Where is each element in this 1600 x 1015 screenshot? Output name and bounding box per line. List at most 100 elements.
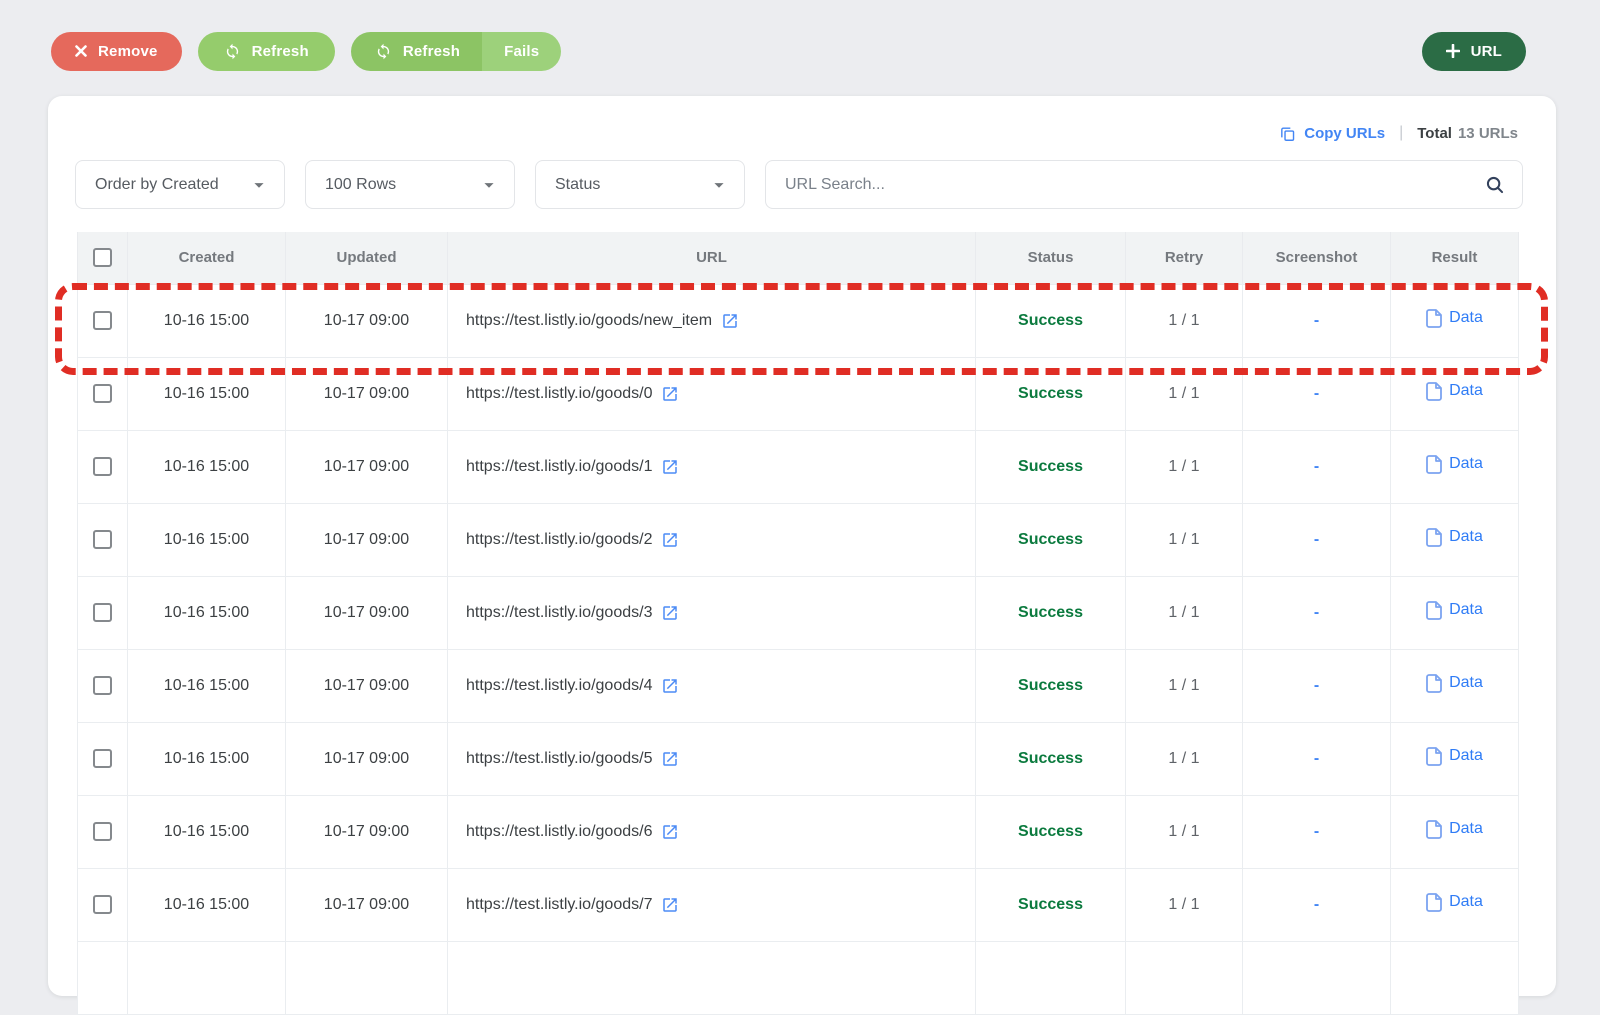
url-table-wrap: Created Updated URL Status Retry Screens… xyxy=(77,232,1519,1015)
file-icon xyxy=(1426,746,1442,766)
row-retry: 1 / 1 xyxy=(1168,895,1200,913)
external-link-icon[interactable] xyxy=(661,750,679,768)
result-data-label: Data xyxy=(1449,893,1483,910)
row-checkbox[interactable] xyxy=(93,384,112,403)
row-screenshot[interactable]: - xyxy=(1314,677,1319,694)
column-header-updated: Updated xyxy=(285,232,448,285)
row-updated: 10-17 09:00 xyxy=(285,356,448,431)
row-checkbox[interactable] xyxy=(93,530,112,549)
row-checkbox[interactable] xyxy=(93,749,112,768)
external-link-icon[interactable] xyxy=(661,385,679,403)
result-data-link[interactable]: Data xyxy=(1426,892,1483,912)
result-data-link[interactable]: Data xyxy=(1426,600,1483,620)
result-data-link[interactable]: Data xyxy=(1426,673,1483,693)
result-data-link[interactable]: Data xyxy=(1426,527,1483,547)
row-screenshot[interactable]: - xyxy=(1314,896,1319,913)
external-link-icon[interactable] xyxy=(721,312,739,330)
refresh-fails-fails-segment[interactable]: Fails xyxy=(482,31,562,71)
result-data-label: Data xyxy=(1449,382,1483,399)
external-link-icon[interactable] xyxy=(661,677,679,695)
row-updated: 10-17 09:00 xyxy=(285,283,448,358)
external-link-icon[interactable] xyxy=(661,458,679,476)
copy-urls-button[interactable]: Copy URLs xyxy=(1279,125,1385,142)
chevron-down-icon xyxy=(248,174,270,196)
result-data-label: Data xyxy=(1449,601,1483,618)
summary-bar: Copy URLs | Total 13 URLs xyxy=(1279,122,1518,144)
file-icon xyxy=(1426,819,1442,839)
url-search-input[interactable] xyxy=(785,175,1484,194)
row-created: 10-16 15:00 xyxy=(127,429,286,504)
row-created: 10-16 15:00 xyxy=(127,721,286,796)
row-checkbox-cell xyxy=(77,867,128,942)
row-updated: 10-17 09:00 xyxy=(285,429,448,504)
column-header-result: Result xyxy=(1390,232,1519,285)
refresh-fails-fails-label: Fails xyxy=(504,42,540,60)
row-screenshot[interactable]: - xyxy=(1314,823,1319,840)
external-link-icon[interactable] xyxy=(661,604,679,622)
row-updated: 10-17 09:00 xyxy=(285,794,448,869)
status-filter-value: Status xyxy=(555,175,601,193)
add-url-button[interactable]: URL xyxy=(1421,31,1526,71)
row-created: 10-16 15:00 xyxy=(127,502,286,577)
row-checkbox[interactable] xyxy=(93,311,112,330)
order-by-select[interactable]: Order by Created xyxy=(75,160,285,209)
row-checkbox[interactable] xyxy=(93,676,112,695)
row-url: https://test.listly.io/goods/4 xyxy=(466,676,653,694)
result-data-link[interactable]: Data xyxy=(1426,746,1483,766)
row-url: https://test.listly.io/goods/1 xyxy=(466,457,653,475)
row-url: https://test.listly.io/goods/7 xyxy=(466,895,653,913)
row-screenshot[interactable]: - xyxy=(1314,385,1319,402)
url-search-box xyxy=(765,160,1523,209)
rows-per-page-select[interactable]: 100 Rows xyxy=(305,160,515,209)
url-list-card: Copy URLs | Total 13 URLs Order by Create… xyxy=(48,96,1556,1015)
file-icon xyxy=(1426,381,1442,401)
result-data-label: Data xyxy=(1449,747,1483,764)
row-screenshot[interactable]: - xyxy=(1314,531,1319,548)
table-row: 10-16 15:00 10-17 09:00 https://test.lis… xyxy=(77,429,1519,504)
row-checkbox[interactable] xyxy=(93,603,112,622)
table-row-highlighted: 10-16 15:00 10-17 09:00 https://test.lis… xyxy=(77,283,1519,358)
row-retry: 1 / 1 xyxy=(1168,530,1200,548)
remove-button[interactable]: Remove xyxy=(51,31,182,71)
status-filter-select[interactable]: Status xyxy=(535,160,745,209)
search-icon[interactable] xyxy=(1484,174,1506,196)
external-link-icon[interactable] xyxy=(661,531,679,549)
result-data-link[interactable]: Data xyxy=(1426,454,1483,474)
row-created: 10-16 15:00 xyxy=(127,283,286,358)
row-checkbox[interactable] xyxy=(93,457,112,476)
refresh-button[interactable]: Refresh xyxy=(197,31,335,71)
select-all-checkbox[interactable] xyxy=(93,248,112,268)
row-url: https://test.listly.io/goods/3 xyxy=(466,603,653,621)
column-header-retry: Retry xyxy=(1125,232,1243,285)
total-count: 13 URLs xyxy=(1457,124,1518,142)
row-checkbox[interactable] xyxy=(93,895,112,914)
refresh-fails-refresh-segment[interactable]: Refresh xyxy=(350,31,483,71)
row-screenshot[interactable]: - xyxy=(1314,604,1319,621)
result-data-link[interactable]: Data xyxy=(1426,308,1483,328)
row-checkbox[interactable] xyxy=(93,822,112,841)
row-checkbox-cell xyxy=(77,502,128,577)
url-table: Created Updated URL Status Retry Screens… xyxy=(77,232,1519,1015)
file-icon xyxy=(1426,600,1442,620)
row-screenshot[interactable]: - xyxy=(1314,312,1319,329)
close-icon xyxy=(75,45,87,57)
refresh-icon xyxy=(375,43,392,60)
order-by-value: Order by Created xyxy=(95,175,219,193)
external-link-icon[interactable] xyxy=(661,896,679,914)
refresh-fails-refresh-label: Refresh xyxy=(402,42,461,60)
result-data-link[interactable]: Data xyxy=(1426,381,1483,401)
plus-icon xyxy=(1445,44,1460,58)
file-icon xyxy=(1426,892,1442,912)
toolbar-left-group: Remove Refresh Refresh Fails xyxy=(51,31,562,71)
table-row-partial xyxy=(77,940,1519,1015)
row-retry: 1 / 1 xyxy=(1168,676,1200,694)
table-header-row: Created Updated URL Status Retry Screens… xyxy=(77,232,1519,285)
external-link-icon[interactable] xyxy=(661,823,679,841)
row-retry: 1 / 1 xyxy=(1168,311,1200,329)
row-retry: 1 / 1 xyxy=(1168,457,1200,475)
remove-button-label: Remove xyxy=(98,42,158,60)
row-screenshot[interactable]: - xyxy=(1314,458,1319,475)
file-icon xyxy=(1426,673,1442,693)
result-data-link[interactable]: Data xyxy=(1426,819,1483,839)
row-screenshot[interactable]: - xyxy=(1314,750,1319,767)
